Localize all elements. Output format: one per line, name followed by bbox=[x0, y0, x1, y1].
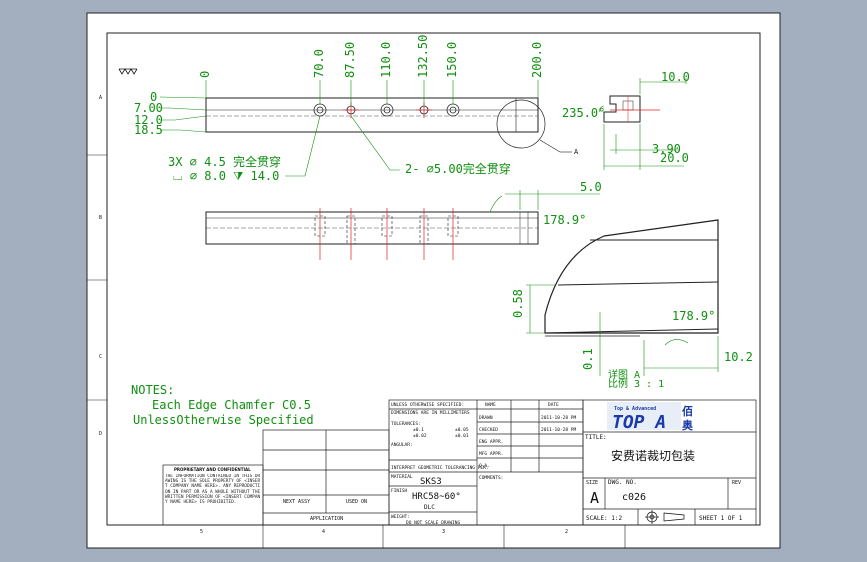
drawing-title: 安费诺裁切包装 bbox=[611, 448, 695, 463]
detail-label-scale: 比例 3 : 1 bbox=[608, 377, 664, 390]
checked-date: 2011-10-28 PM bbox=[541, 427, 577, 433]
eng-appr-label: ENG APPR. bbox=[479, 439, 503, 445]
mfg-appr-label: MFG APPR. bbox=[479, 451, 503, 457]
detail-dim-h: 0.58 bbox=[511, 289, 525, 318]
x-dim-0: 0 bbox=[198, 71, 212, 78]
end-dim-top: 10.0 bbox=[661, 70, 690, 84]
zone-bottom-3: 3 bbox=[442, 529, 445, 535]
zone-side-d: D bbox=[99, 431, 102, 437]
notes-title: NOTES: bbox=[131, 383, 174, 397]
size-value: A bbox=[590, 489, 599, 507]
logo-main: TOP A bbox=[612, 412, 666, 433]
zone-side-b: B bbox=[99, 215, 102, 221]
tol-row-2: ±0.05 bbox=[455, 427, 469, 433]
tolerances-label: TOLERANCES: bbox=[391, 421, 421, 427]
scale-label: SCALE: 1:2 bbox=[586, 515, 623, 522]
dwg-no-label: DWG. NO. bbox=[608, 479, 637, 486]
hole-note-counterbore: 3X ⌀ 4.5 完全贯穿 bbox=[168, 154, 281, 169]
dwg-no-value: c026 bbox=[622, 492, 646, 503]
title-label: TITLE: bbox=[585, 434, 607, 441]
angular-label: ANGULAR: bbox=[391, 442, 413, 448]
checked-label: CHECKED bbox=[479, 427, 498, 433]
weight-label: WEIGHT: bbox=[391, 514, 410, 520]
rev-label: REV bbox=[732, 480, 741, 486]
logo-cn-1: 佰 bbox=[682, 404, 693, 418]
end-dim-c: 20.0 bbox=[660, 151, 689, 165]
front-dim-top: 5.0 bbox=[580, 180, 602, 194]
x-dim-87-5: 87.50 bbox=[343, 42, 357, 78]
interp-label: INTERPRET GEOMETRIC TOLERANCING PER: bbox=[391, 465, 489, 471]
finish-value: HRC58~60° bbox=[412, 492, 461, 502]
dims-unit: DIMENSIONS ARE IN MILLIMETERS bbox=[391, 410, 470, 416]
x-dim-200: 200.0 bbox=[530, 42, 544, 78]
drawn-date: 2011-10-28 PM bbox=[541, 415, 577, 421]
x-dim-110: 110.0 bbox=[379, 42, 393, 78]
y-dim-18-5: 18.5 bbox=[134, 123, 163, 137]
col-name: NAME bbox=[485, 402, 496, 408]
zone-bottom-2: 2 bbox=[565, 529, 568, 535]
proprietary-title: PROPRIETARY AND CONFIDENTIAL bbox=[174, 467, 251, 472]
drawing-sheet: A B C D 5 4 3 2 A 0 70.0 87.50 110.0 132… bbox=[86, 12, 781, 549]
x-dim-150: 150.0 bbox=[445, 42, 459, 78]
x-dim-70: 70.0 bbox=[312, 49, 326, 78]
drawn-label: DRAWN bbox=[479, 415, 493, 421]
proprietary-notice: PROPRIETARY AND CONFIDENTIAL THE INFORMA… bbox=[165, 467, 261, 506]
do-not-scale: DO NOT SCALE DRAWING bbox=[406, 520, 460, 526]
used-on-label: USED ON bbox=[346, 499, 367, 505]
proprietary-text: THE INFORMATION CONTAINED IN THIS DRAWIN… bbox=[165, 474, 261, 506]
hole-note-depth: ⌴ ⌀ 8.0 ⧩ 14.0 bbox=[173, 169, 279, 183]
zone-bottom-4: 4 bbox=[322, 529, 325, 535]
finish-label: FINISH bbox=[391, 488, 408, 494]
col-date: DATE bbox=[548, 402, 559, 408]
zone-side-a: A bbox=[99, 95, 102, 101]
next-assy-label: NEXT ASSY bbox=[283, 499, 310, 505]
notes-line-2: UnlessOtherwise Specified bbox=[133, 413, 314, 427]
material-label: MATERIAL bbox=[391, 474, 413, 480]
material-value: SKS3 bbox=[420, 477, 442, 487]
detail-dim-v: 0.1 bbox=[581, 348, 595, 370]
finish-value-2: DLC bbox=[424, 504, 435, 511]
dims-header: UNLESS OTHERWISE SPECIFIED: bbox=[391, 402, 464, 408]
size-label: SIZE bbox=[586, 480, 598, 486]
sheet-label: SHEET 1 OF 1 bbox=[699, 515, 743, 522]
hole-note-through: 2- ⌀5.00完全贯穿 bbox=[405, 161, 511, 176]
comments-label: COMMENTS: bbox=[479, 475, 503, 481]
logo-cn-2: 奥 bbox=[681, 418, 694, 432]
zone-side-c: C bbox=[99, 354, 102, 360]
tol-row-4: ±0.01 bbox=[455, 433, 469, 439]
tol-row-3: ±0.02 bbox=[413, 433, 427, 439]
end-angle: 235.0° bbox=[562, 106, 605, 120]
detail-dim-w: 10.2 bbox=[724, 350, 753, 364]
tol-row-1: ±0.1 bbox=[413, 427, 424, 433]
front-angle: 178.9° bbox=[543, 213, 586, 227]
company-logo: Top & Advanced TOP A 佰 奥 bbox=[607, 402, 694, 433]
qa-label: Q.A. bbox=[479, 463, 490, 469]
notes-line-1: Each Edge Chamfer C0.5 bbox=[152, 398, 311, 412]
x-dim-132-5: 132.50 bbox=[416, 35, 430, 78]
detail-angle: 178.9° bbox=[672, 309, 715, 323]
application-label: APPLICATION bbox=[310, 516, 343, 522]
zone-bottom-5: 5 bbox=[200, 529, 203, 535]
